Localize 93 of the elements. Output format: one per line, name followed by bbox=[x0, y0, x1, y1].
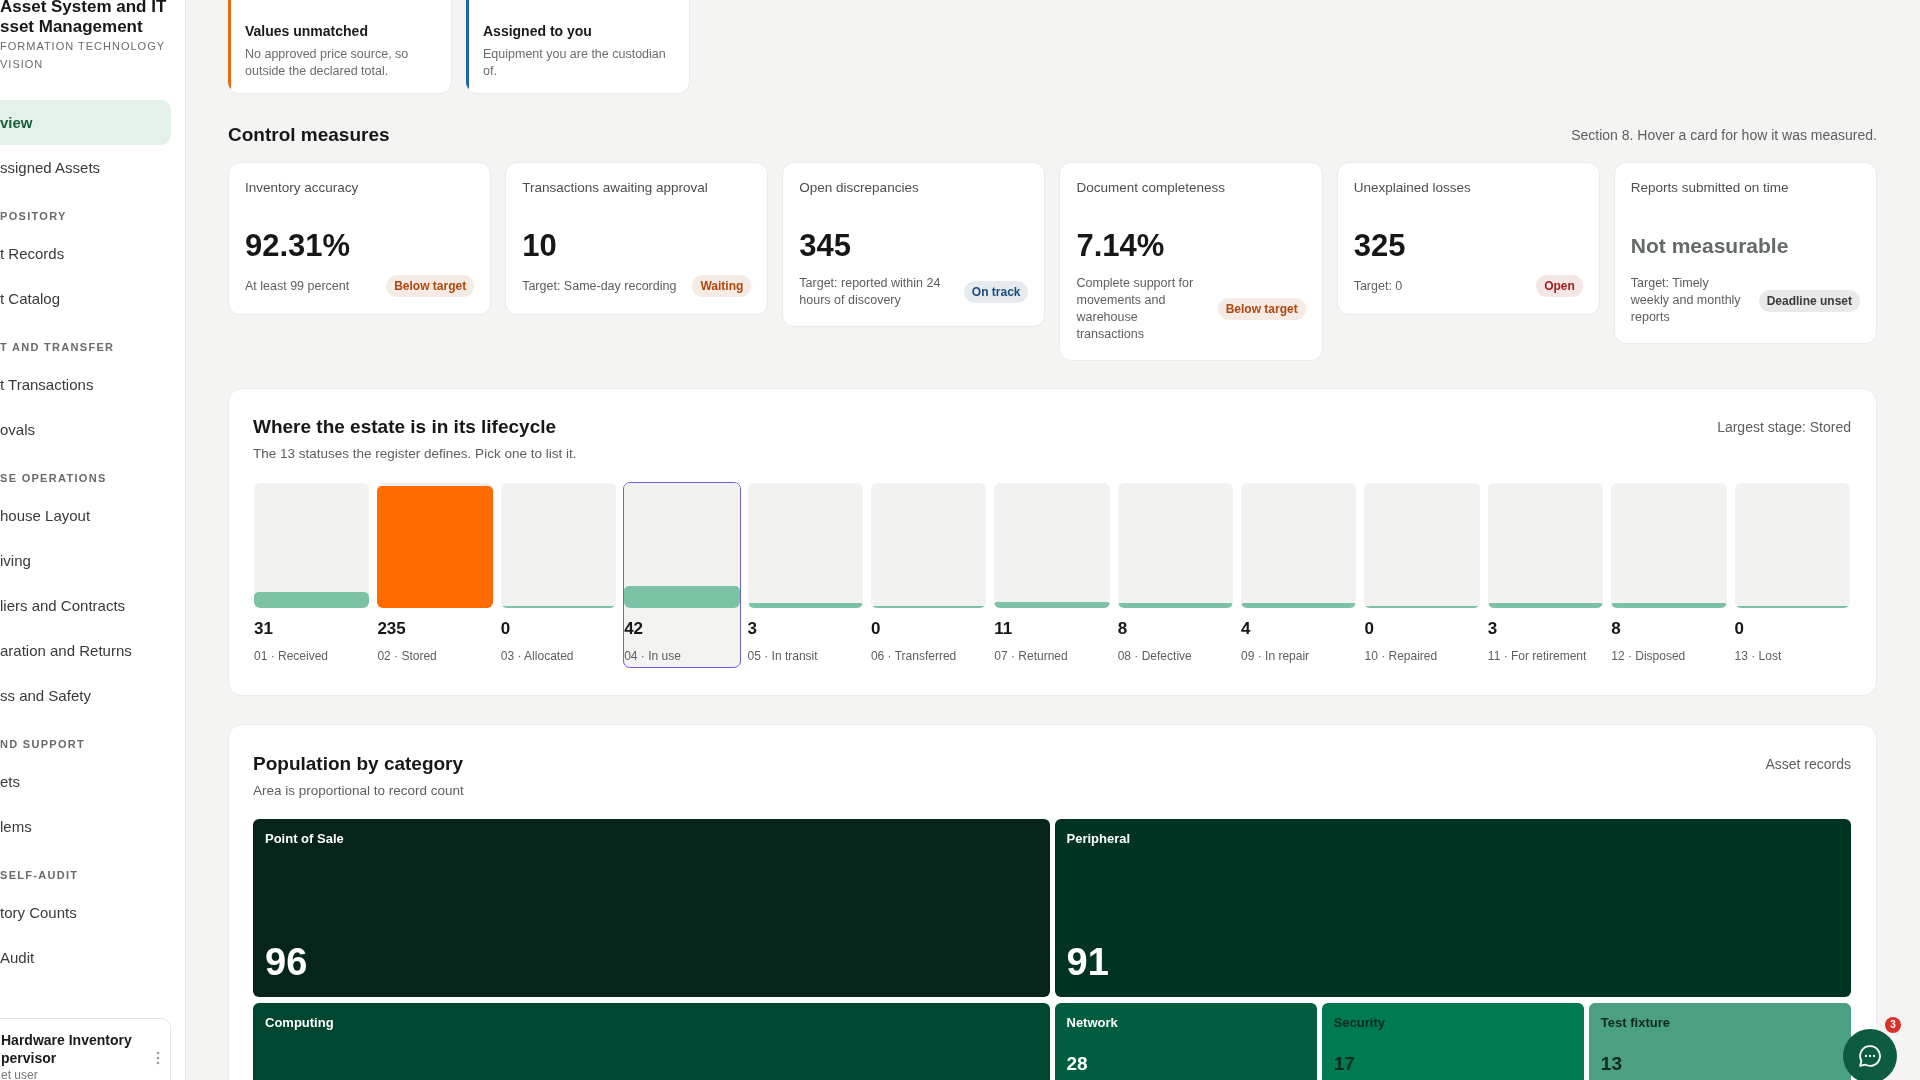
summary-title: Assigned to you bbox=[483, 22, 593, 40]
category-count: 91 bbox=[1066, 941, 1110, 983]
section-title: Control measures bbox=[228, 123, 390, 147]
lifecycle-stage[interactable]: 235 02 · Stored bbox=[376, 482, 494, 668]
nav-item[interactable]: lems bbox=[0, 804, 171, 849]
lifecycle-stage[interactable]: 42 04 · In use bbox=[623, 482, 741, 668]
section-note: Section 8. Hover a card for how it was measured. bbox=[1571, 127, 1877, 143]
user-name: Hardware Inventory pervisor bbox=[1, 1031, 132, 1067]
measure-label: Reports submitted on time bbox=[1630, 179, 1790, 197]
lifecycle-stage[interactable]: 3 11 · For retirement bbox=[1486, 482, 1605, 668]
nav-item[interactable]: Audit bbox=[0, 935, 171, 980]
measure-value: Not measurable bbox=[1630, 233, 1790, 259]
lifecycle-stage[interactable]: 0 13 · Lost bbox=[1733, 482, 1851, 668]
lifecycle-stage[interactable]: 31 01 · Received bbox=[253, 482, 371, 668]
treemap-tile[interactable]: Network 28 bbox=[1054, 1003, 1317, 1080]
measure-value: 92.31% bbox=[245, 227, 352, 265]
category-label: Peripheral bbox=[1066, 831, 1132, 847]
measure-label: Open discrepancies bbox=[799, 179, 920, 197]
nav-item[interactable]: aration and Returns bbox=[0, 628, 171, 673]
measure-target: Target: Timely weekly and monthly reports bbox=[1630, 275, 1742, 326]
nav-item[interactable]: liers and Contracts bbox=[0, 583, 171, 628]
panel-title: Where the estate is in its lifecycle bbox=[253, 415, 558, 439]
measure-value: 325 bbox=[1353, 227, 1407, 265]
measure-label: Document completeness bbox=[1076, 179, 1227, 197]
nav-item[interactable]: house Layout bbox=[0, 493, 171, 538]
panel-title: Population by category bbox=[253, 752, 464, 776]
measure-label: Inventory accuracy bbox=[245, 179, 360, 197]
lifecycle-stage[interactable]: 11 07 · Returned bbox=[993, 482, 1111, 668]
treemap-tile[interactable]: Test fixture 13 bbox=[1588, 1003, 1851, 1080]
panel-subtitle: Area is proportional to record count bbox=[253, 782, 464, 800]
measure-value: 345 bbox=[799, 227, 853, 265]
panel-note: Asset records bbox=[1765, 755, 1851, 774]
status-badge: On track bbox=[963, 281, 1029, 303]
category-count: 96 bbox=[265, 941, 309, 983]
panel-note: Largest stage: Stored bbox=[1717, 418, 1851, 437]
nav-item[interactable]: ets bbox=[0, 759, 171, 804]
nav-section-label: SELF-AUDIT bbox=[0, 868, 80, 883]
summary-description: Equipment you are the custodian of. bbox=[483, 46, 667, 80]
nav-section-label: POSITORY bbox=[0, 209, 68, 224]
app-title: Asset System and IT sset Management bbox=[0, 0, 168, 37]
lifecycle-stage[interactable]: 3 05 · In transit bbox=[746, 482, 864, 668]
category-label: Computing bbox=[265, 1015, 335, 1031]
lifecycle-stage[interactable]: 0 10 · Repaired bbox=[1363, 482, 1481, 668]
category-count: 28 bbox=[1066, 1053, 1089, 1075]
nav-item[interactable]: t Records bbox=[0, 231, 171, 276]
nav-section-label: SE OPERATIONS bbox=[0, 471, 108, 486]
nav-section-label: T AND TRANSFER bbox=[0, 340, 116, 355]
status-badge: Open bbox=[1536, 275, 1583, 297]
nav-item[interactable]: t Catalog bbox=[0, 276, 171, 321]
nav-item[interactable]: t Transactions bbox=[0, 362, 171, 407]
nav-item[interactable]: view bbox=[0, 100, 171, 145]
treemap-tile[interactable]: Peripheral 91 bbox=[1054, 819, 1851, 997]
lifecycle-stage[interactable]: 0 06 · Transferred bbox=[869, 482, 988, 668]
nav-section-label: ND SUPPORT bbox=[0, 737, 87, 752]
status-badge: Below target bbox=[1217, 298, 1306, 320]
measure-target: Target: 0 bbox=[1353, 277, 1403, 295]
measure-value: 10 bbox=[522, 227, 558, 265]
summary-description: No approved price source, so outside the declared total. bbox=[245, 46, 410, 80]
category-label: Test fixture bbox=[1600, 1015, 1671, 1031]
measure-label: Unexplained losses bbox=[1353, 179, 1472, 197]
organization-name: FORMATION TECHNOLOGY VISION bbox=[0, 39, 167, 72]
nav-item[interactable]: ovals bbox=[0, 407, 171, 452]
nav-item[interactable]: ss and Safety bbox=[0, 673, 171, 718]
measure-target: At least 99 percent bbox=[245, 277, 350, 295]
chat-icon bbox=[1859, 1045, 1881, 1067]
lifecycle-stage[interactable]: 8 12 · Disposed bbox=[1610, 482, 1728, 668]
more-icon[interactable] bbox=[156, 1051, 160, 1065]
unread-badge: 3 bbox=[1885, 1017, 1901, 1033]
status-badge: Deadline unset bbox=[1758, 289, 1860, 312]
category-count: 13 bbox=[1600, 1053, 1623, 1075]
status-badge: Waiting bbox=[692, 275, 752, 297]
status-badge: Below target bbox=[386, 275, 475, 297]
measure-target: Target: reported within 24 hours of discovery bbox=[799, 275, 942, 309]
measure-label: Transactions awaiting approval bbox=[522, 179, 709, 197]
category-label: Network bbox=[1066, 1015, 1119, 1031]
user-card[interactable]: Hardware Inventory pervisor et user bbox=[0, 1018, 171, 1080]
user-role: et user bbox=[1, 1067, 39, 1080]
lifecycle-stage[interactable]: 4 09 · In repair bbox=[1240, 482, 1358, 668]
category-count: 17 bbox=[1333, 1053, 1356, 1075]
measure-target: Complete support for movements and warehouse transactions bbox=[1076, 275, 1195, 343]
nav-item[interactable]: tory Counts bbox=[0, 890, 171, 935]
category-label: Point of Sale bbox=[265, 831, 345, 847]
measure-value: 7.14% bbox=[1076, 227, 1166, 265]
nav-item[interactable]: ssigned Assets bbox=[0, 145, 171, 190]
lifecycle-stage[interactable]: 8 08 · Defective bbox=[1116, 482, 1235, 668]
summary-title: Values unmatched bbox=[245, 22, 369, 40]
measure-target: Target: Same-day recording bbox=[522, 277, 677, 295]
treemap-tile[interactable]: Point of Sale 96 bbox=[253, 819, 1050, 997]
treemap-tile[interactable]: Computing bbox=[253, 1003, 1050, 1080]
panel-subtitle: The 13 statuses the register defines. Pick one to list it. bbox=[253, 445, 577, 463]
category-label: Security bbox=[1333, 1015, 1386, 1031]
nav-item[interactable]: iving bbox=[0, 538, 171, 583]
lifecycle-stage[interactable]: 0 03 · Allocated bbox=[499, 482, 618, 668]
